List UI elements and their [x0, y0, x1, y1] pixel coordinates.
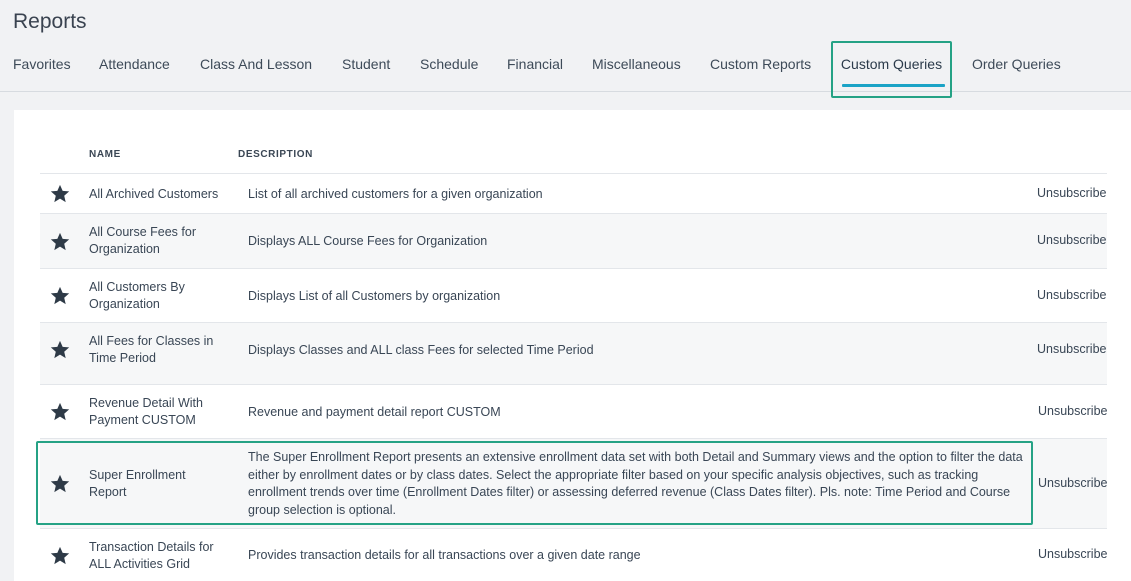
star-icon[interactable]: [49, 231, 71, 253]
unsubscribe-link[interactable]: Unsubscribe: [1037, 342, 1106, 356]
unsubscribe-link[interactable]: Unsubscribe: [1038, 476, 1107, 490]
tab-label: Financial: [507, 56, 564, 72]
tab-order-queries[interactable]: Order Queries: [972, 40, 1061, 90]
report-description: Displays ALL Course Fees for Organizatio…: [248, 234, 488, 248]
table-row: Transaction Details for ALL Activities G…: [40, 528, 1107, 581]
column-header-name: NAME: [89, 149, 121, 160]
report-name[interactable]: Super Enrollment Report: [89, 467, 209, 501]
report-category-tabs: Favorites Attendance Class And Lesson St…: [0, 40, 1131, 92]
tab-label: Order Queries: [972, 56, 1061, 72]
tab-label: Class And Lesson: [200, 56, 313, 72]
table-row: All Customers By Organization Displays L…: [40, 268, 1107, 322]
tab-label: Custom Reports: [710, 56, 812, 72]
active-tab-indicator: [842, 84, 945, 87]
tab-custom-reports[interactable]: Custom Reports: [710, 40, 811, 90]
tab-label: Student: [342, 56, 391, 72]
unsubscribe-link[interactable]: Unsubscribe: [1038, 547, 1107, 561]
star-icon[interactable]: [49, 339, 71, 361]
tab-custom-queries[interactable]: Custom Queries: [831, 40, 952, 90]
page-title: Reports: [13, 10, 87, 33]
report-description: Displays List of all Customers by organi…: [248, 289, 501, 303]
report-name[interactable]: Transaction Details for ALL Activities G…: [89, 539, 229, 573]
report-name[interactable]: All Archived Customers: [89, 186, 229, 203]
star-icon[interactable]: [49, 473, 71, 495]
unsubscribe-link[interactable]: Unsubscribe: [1037, 233, 1106, 247]
star-icon[interactable]: [49, 545, 71, 567]
report-name[interactable]: All Fees for Classes in Time Period: [89, 333, 229, 367]
table-row: Super Enrollment Report The Super Enroll…: [40, 438, 1107, 528]
report-description: The Super Enrollment Report presents an …: [248, 450, 1023, 517]
tab-financial[interactable]: Financial: [507, 40, 563, 90]
tab-label: Attendance: [99, 56, 170, 72]
report-description: Revenue and payment detail report CUSTOM: [248, 405, 501, 419]
unsubscribe-link[interactable]: Unsubscribe: [1038, 404, 1107, 418]
unsubscribe-link[interactable]: Unsubscribe: [1037, 288, 1106, 302]
tab-miscellaneous[interactable]: Miscellaneous: [592, 40, 681, 90]
tab-label: Custom Queries: [840, 56, 943, 72]
report-description: Provides transaction details for all tra…: [248, 548, 641, 562]
tab-schedule[interactable]: Schedule: [420, 40, 478, 90]
star-icon[interactable]: [49, 401, 71, 423]
table-row: All Fees for Classes in Time Period Disp…: [40, 322, 1107, 384]
tab-label: Favorites: [13, 56, 71, 72]
tab-label: Schedule: [420, 56, 479, 72]
unsubscribe-link[interactable]: Unsubscribe: [1037, 186, 1106, 200]
report-name[interactable]: Revenue Detail With Payment CUSTOM: [89, 395, 229, 429]
report-name[interactable]: All Customers By Organization: [89, 279, 229, 313]
table-row: All Archived Customers List of all archi…: [40, 173, 1107, 213]
star-icon[interactable]: [49, 285, 71, 307]
report-description: List of all archived customers for a giv…: [248, 187, 543, 201]
tab-attendance[interactable]: Attendance: [99, 40, 170, 90]
tab-student[interactable]: Student: [342, 40, 390, 90]
tab-class-and-lesson[interactable]: Class And Lesson: [200, 40, 312, 90]
star-icon[interactable]: [49, 183, 71, 205]
column-header-description: DESCRIPTION: [238, 149, 313, 160]
tab-label: Miscellaneous: [592, 56, 681, 72]
table-row: Revenue Detail With Payment CUSTOM Reven…: [40, 384, 1107, 438]
report-name[interactable]: All Course Fees for Organization: [89, 224, 229, 258]
tab-favorites[interactable]: Favorites: [13, 40, 71, 90]
table-row: All Course Fees for Organization Display…: [40, 213, 1107, 268]
report-description: Displays Classes and ALL class Fees for …: [248, 343, 594, 357]
